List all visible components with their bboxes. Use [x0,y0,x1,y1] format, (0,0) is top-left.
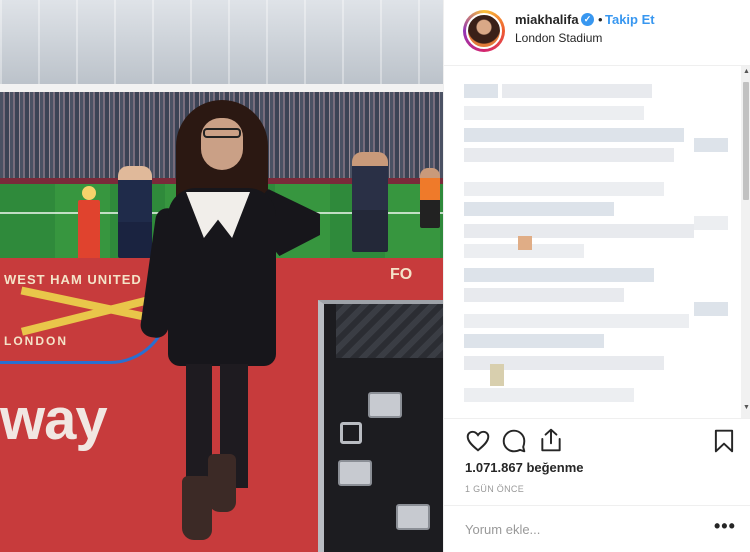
scrollbar-thumb[interactable] [743,82,749,200]
comment-input[interactable] [465,520,695,538]
like-count[interactable]: 1.071.867 beğenme [465,460,584,475]
action-bar [444,418,750,464]
blurred-timestamp [694,138,728,152]
more-options-icon[interactable]: ••• [714,516,736,537]
crest-text: LONDON [4,334,68,348]
comments-list[interactable] [444,66,750,418]
case-latch [338,460,372,486]
comment-icon[interactable] [501,428,527,454]
heart-icon[interactable] [465,428,491,454]
blurred-emoji [490,364,504,386]
case-latch [368,392,402,418]
blurred-comment [464,224,694,238]
blurred-comment [464,128,684,142]
subject-face [201,118,243,170]
blurred-comment [464,314,689,328]
carpet-corner-text: FO [390,266,413,283]
background-photographer [352,152,388,252]
blurred-comment [464,268,654,282]
follow-button[interactable]: Takip Et [605,12,655,27]
match-ball [82,186,96,200]
username-link[interactable]: miakhalifa [515,12,579,27]
subject-glasses [203,128,241,138]
blurred-comment [464,106,644,120]
bookmark-icon[interactable] [711,428,737,454]
post-timestamp[interactable]: 1 GÜN ÖNCE [465,484,524,494]
post-photo[interactable]: WEST HAM UNITED LONDON FO way [0,0,443,552]
stadium-roof [0,0,443,90]
blurred-emoji [518,236,532,250]
scroll-down-arrow-icon[interactable]: ▼ [743,404,750,411]
blurred-comment [464,84,498,98]
comment-form: ••• [444,505,750,552]
ball-plinth [78,200,100,264]
flight-case-top [336,304,443,358]
blurred-timestamp [694,216,728,230]
blurred-comment [464,334,604,348]
roof-edge [0,84,443,92]
scroll-up-arrow-icon[interactable]: ▲ [743,68,750,75]
blurred-comment [464,288,624,302]
post-header: miakhalifa ✓ • Takip Et London Stadium [444,0,750,66]
blurred-comment [464,182,664,196]
post-sidebar: miakhalifa ✓ • Takip Et London Stadium ▲… [443,0,750,552]
location-link[interactable]: London Stadium [515,31,602,45]
blurred-comment [464,388,634,402]
crest-text: WEST HAM UNITED [4,272,142,287]
blurred-timestamp [694,302,728,316]
blurred-comment [502,84,652,98]
case-latch [396,504,430,530]
separator-dot: • [598,12,603,27]
blurred-comment [464,148,674,162]
avatar[interactable] [466,13,502,49]
share-icon[interactable] [538,427,564,453]
background-person [118,166,152,258]
subject-boot [208,454,236,512]
verified-badge-icon: ✓ [581,13,594,26]
background-steward [420,168,440,228]
case-handle [340,422,362,444]
carpet-text: way [0,387,108,452]
blurred-comment [464,202,614,216]
